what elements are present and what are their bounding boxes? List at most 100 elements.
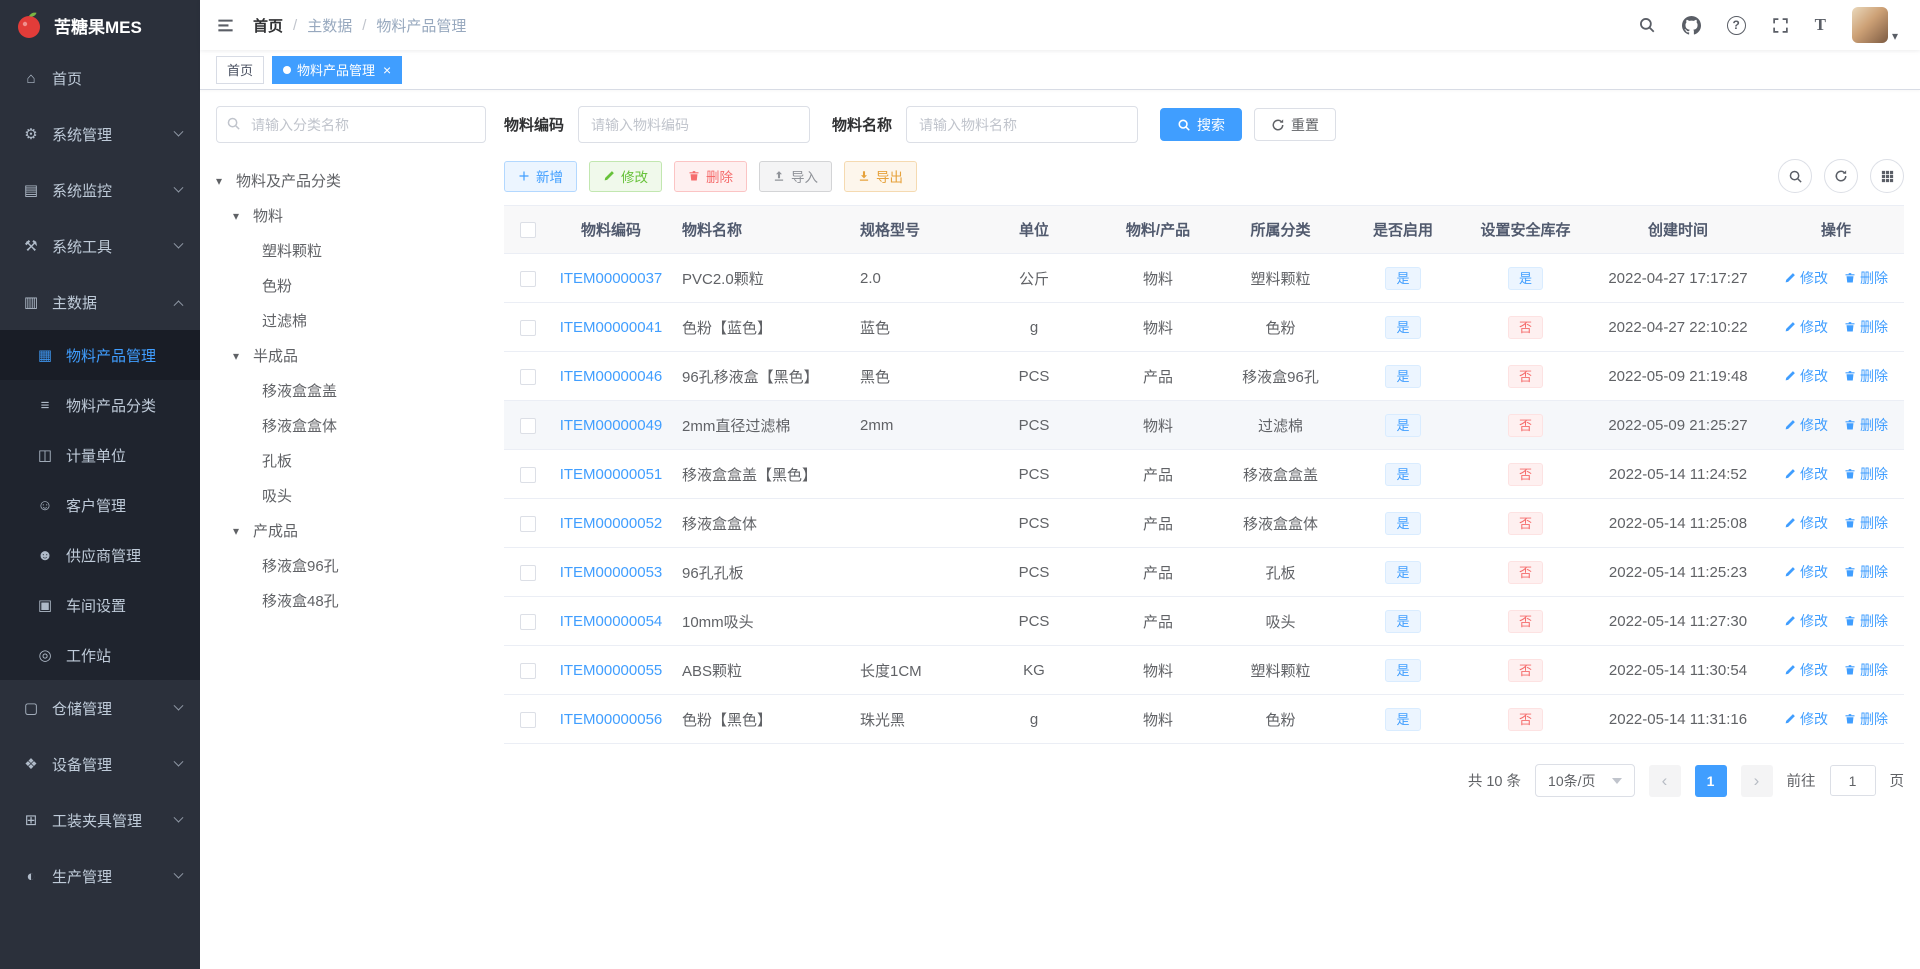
reset-button[interactable]: 重置 — [1254, 108, 1337, 141]
row-checkbox[interactable] — [520, 368, 536, 385]
delete-link[interactable]: 删除 — [1844, 513, 1888, 533]
row-checkbox[interactable] — [520, 319, 536, 336]
item-code-link[interactable]: ITEM00000056 — [560, 711, 663, 728]
sidebar-item-supplier-management[interactable]: ☻ 供应商管理 — [0, 530, 200, 580]
delete-link[interactable]: 删除 — [1844, 464, 1888, 484]
code-filter-input[interactable] — [578, 106, 811, 143]
delete-link[interactable]: 删除 — [1844, 611, 1888, 631]
edit-link[interactable]: 修改 — [1784, 562, 1828, 582]
row-checkbox[interactable] — [520, 515, 536, 532]
delete-link[interactable]: 删除 — [1844, 268, 1888, 288]
tree-node[interactable]: 移液盒96孔 — [216, 548, 486, 583]
tree-node[interactable]: ▾ 产成品 — [216, 513, 486, 548]
item-code-link[interactable]: ITEM00000053 — [560, 564, 663, 581]
delete-link[interactable]: 删除 — [1844, 415, 1888, 435]
edit-link[interactable]: 修改 — [1784, 317, 1828, 337]
delete-link[interactable]: 删除 — [1844, 317, 1888, 337]
question-icon[interactable] — [1726, 15, 1746, 35]
fullscreen-icon[interactable] — [1772, 17, 1789, 34]
edit-link[interactable]: 修改 — [1784, 709, 1828, 729]
row-checkbox[interactable] — [520, 270, 536, 287]
tree-node[interactable]: ▾ 半成品 — [216, 338, 486, 373]
item-code-link[interactable]: ITEM00000055 — [560, 662, 663, 679]
sidebar-item-home[interactable]: ⌂ 首页 — [0, 50, 200, 106]
edit-link[interactable]: 修改 — [1784, 464, 1828, 484]
edit-link[interactable]: 修改 — [1784, 611, 1828, 631]
github-icon[interactable] — [1681, 15, 1701, 35]
edit-link[interactable]: 修改 — [1784, 660, 1828, 680]
delete-link[interactable]: 删除 — [1844, 366, 1888, 386]
hamburger-icon[interactable] — [216, 16, 235, 35]
sidebar-item-workstation[interactable]: ◎ 工作站 — [0, 630, 200, 680]
row-checkbox[interactable] — [520, 417, 536, 434]
import-button[interactable]: 导入 — [759, 160, 832, 192]
hide-search-button[interactable] — [1778, 159, 1812, 193]
prev-page-button[interactable]: ‹ — [1648, 764, 1681, 797]
tab-home[interactable]: 首页 — [216, 55, 265, 84]
tree-node[interactable]: 移液盒盒盖 — [216, 373, 486, 408]
breadcrumb-item[interactable]: 首页 — [253, 15, 283, 36]
edit-button[interactable]: 修改 — [589, 160, 662, 192]
row-checkbox[interactable] — [520, 613, 536, 630]
search-icon[interactable] — [1638, 16, 1656, 34]
sidebar-item-material-product-management[interactable]: ▦ 物料产品管理 — [0, 330, 200, 380]
edit-link[interactable]: 修改 — [1784, 268, 1828, 288]
category-search-input[interactable] — [216, 106, 486, 143]
sidebar-item-measure-unit[interactable]: ◫ 计量单位 — [0, 430, 200, 480]
toggle-columns-button[interactable] — [1870, 159, 1904, 193]
tree-node[interactable]: 吸头 — [216, 478, 486, 513]
sidebar-item-system-monitor[interactable]: ▤ 系统监控 — [0, 162, 200, 218]
export-button[interactable]: 导出 — [844, 160, 917, 192]
edit-link[interactable]: 修改 — [1784, 513, 1828, 533]
add-button[interactable]: 新增 — [504, 160, 577, 192]
sidebar-item-material-product-category[interactable]: ≡ 物料产品分类 — [0, 380, 200, 430]
font-size-icon[interactable] — [1815, 15, 1826, 35]
sidebar-item-master-data[interactable]: ▥ 主数据 — [0, 274, 200, 330]
delete-link[interactable]: 删除 — [1844, 562, 1888, 582]
delete-button[interactable]: 删除 — [674, 160, 747, 192]
item-code-link[interactable]: ITEM00000041 — [560, 319, 663, 336]
tab-material-product-management[interactable]: 物料产品管理 × — [272, 55, 403, 84]
next-page-button[interactable]: › — [1740, 764, 1773, 797]
row-checkbox[interactable] — [520, 564, 536, 581]
item-code-link[interactable]: ITEM00000049 — [560, 417, 663, 434]
tree-node[interactable]: 移液盒盒体 — [216, 408, 486, 443]
delete-link[interactable]: 删除 — [1844, 660, 1888, 680]
tree-node[interactable]: 色粉 — [216, 268, 486, 303]
row-checkbox[interactable] — [520, 662, 536, 679]
tree-node[interactable]: ▾ 物料及产品分类 — [216, 163, 486, 198]
row-checkbox[interactable] — [520, 466, 536, 483]
tree-node[interactable]: 塑料颗粒 — [216, 233, 486, 268]
sidebar-item-workshop-settings[interactable]: ▣ 车间设置 — [0, 580, 200, 630]
user-avatar[interactable]: ▾ — [1851, 7, 1898, 43]
edit-link[interactable]: 修改 — [1784, 415, 1828, 435]
item-code-link[interactable]: ITEM00000052 — [560, 515, 663, 532]
edit-link[interactable]: 修改 — [1784, 366, 1828, 386]
sidebar-item-customer-management[interactable]: ☺ 客户管理 — [0, 480, 200, 530]
sidebar-item-system-management[interactable]: ⚙ 系统管理 — [0, 106, 200, 162]
tree-node[interactable]: 过滤棉 — [216, 303, 486, 338]
sidebar-item-fixture-management[interactable]: ⊞ 工装夹具管理 — [0, 792, 200, 848]
sidebar-item-system-tools[interactable]: ⚒ 系统工具 — [0, 218, 200, 274]
row-checkbox[interactable] — [520, 711, 536, 728]
search-button[interactable]: 搜索 — [1160, 108, 1243, 141]
tree-node[interactable]: ▾ 物料 — [216, 198, 486, 233]
item-code-link[interactable]: ITEM00000037 — [560, 270, 663, 287]
tree-node[interactable]: 移液盒48孔 — [216, 583, 486, 618]
name-filter-input[interactable] — [906, 106, 1139, 143]
select-all-checkbox[interactable] — [520, 222, 536, 239]
item-code-link[interactable]: ITEM00000046 — [560, 368, 663, 385]
tree-node[interactable]: 孔板 — [216, 443, 486, 478]
page-number-button[interactable]: 1 — [1694, 764, 1727, 797]
refresh-button[interactable] — [1824, 159, 1858, 193]
sidebar-item-equipment-management[interactable]: ❖ 设备管理 — [0, 736, 200, 792]
item-code-link[interactable]: ITEM00000051 — [560, 466, 663, 483]
page-size-select[interactable]: 10条/页 — [1535, 764, 1635, 797]
delete-link[interactable]: 删除 — [1844, 709, 1888, 729]
close-icon[interactable]: × — [383, 63, 391, 77]
item-code-link[interactable]: ITEM00000054 — [560, 613, 663, 630]
sidebar-item-warehouse-management[interactable]: ▢ 仓储管理 — [0, 680, 200, 736]
pencil-icon — [603, 170, 615, 182]
sidebar-item-production-management[interactable]: ◐ 生产管理 — [0, 848, 200, 904]
goto-page-input[interactable] — [1829, 765, 1876, 796]
